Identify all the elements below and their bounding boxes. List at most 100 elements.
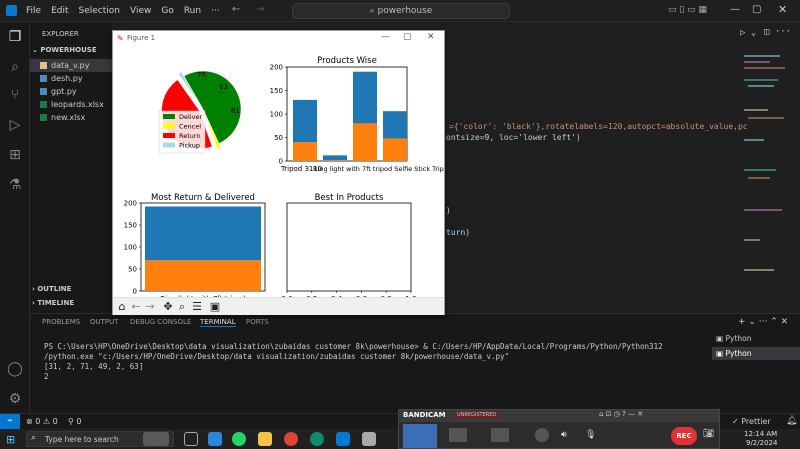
chrome-icon[interactable] <box>284 432 298 446</box>
file-explorer-icon[interactable] <box>258 432 272 446</box>
figure-minimize-icon[interactable]: — <box>381 32 390 42</box>
menu-item[interactable]: ··· <box>211 6 220 16</box>
problems-count[interactable]: ⊗ 0 ⚠ 0 <box>26 417 58 426</box>
home-icon[interactable]: ⌂ <box>115 300 129 314</box>
account-icon[interactable]: ◯ <box>6 360 24 378</box>
webcam-icon[interactable] <box>535 428 549 442</box>
chart-title: Best In Products <box>315 193 384 203</box>
figure-maximize-icon[interactable]: ▢ <box>403 32 412 42</box>
explorer-icon[interactable]: ❐ <box>6 28 24 46</box>
check-icon: ✓ <box>732 417 742 426</box>
configure-icon[interactable]: ☰ <box>190 300 204 314</box>
minimize-icon[interactable]: — <box>730 4 740 15</box>
clock-date[interactable]: 9/2/2024 <box>746 439 777 447</box>
title-bar: File Edit Selection View Go Run ··· ← → ⌕ powe… <box>0 0 800 22</box>
panel-tab[interactable]: OUTPUT <box>90 318 119 326</box>
file-item[interactable]: data_v.py <box>30 59 112 72</box>
menu-item[interactable]: Edit <box>51 6 68 16</box>
game-mode-button[interactable] <box>491 428 509 442</box>
y-tick-label: 150 <box>124 222 137 230</box>
bar <box>145 260 261 291</box>
menu-item[interactable]: Selection <box>79 6 120 16</box>
file-item[interactable]: desh.py <box>30 72 112 85</box>
run-button-icon[interactable]: ▷ ⌄ <box>740 28 756 38</box>
vscode-taskbar-icon[interactable] <box>336 432 350 446</box>
file-item[interactable]: new.xlsx <box>30 111 112 124</box>
panel-tab[interactable]: PORTS <box>246 318 269 326</box>
camera-snapshot-icon[interactable]: 📷︎ <box>703 429 714 439</box>
maximize-icon[interactable]: ▢ <box>752 4 761 15</box>
task-view-icon[interactable] <box>184 432 198 446</box>
save-icon[interactable]: ▣ <box>208 300 222 314</box>
terminal-python-2[interactable]: ▣ Python <box>712 347 800 360</box>
close-icon[interactable]: ✕ <box>778 3 787 16</box>
file-type-icon <box>40 101 47 108</box>
prettier-status[interactable]: ✓ Prettier <box>732 417 771 426</box>
run-debug-icon[interactable]: ▷ <box>6 116 24 134</box>
zoom-icon[interactable]: ⌕ <box>175 300 189 314</box>
y-tick-label: 150 <box>270 87 283 95</box>
pie-value-label: 78 <box>197 71 206 79</box>
nav-back-icon[interactable]: ← <box>232 4 240 15</box>
new-terminal-icon[interactable]: + ⌄ ··· ⌃ ✕ <box>738 317 788 327</box>
menu-item[interactable]: Go <box>161 6 173 16</box>
mic-icon[interactable]: 🎙︎ <box>585 430 596 440</box>
edge-icon[interactable] <box>310 432 324 446</box>
file-item[interactable]: leopards.xlsx <box>30 98 112 111</box>
rec-button[interactable]: REC <box>671 427 697 445</box>
pie-value-label: 63 <box>219 83 228 91</box>
nav-forward-icon[interactable]: → <box>256 4 264 15</box>
whatsapp-icon[interactable] <box>232 432 246 446</box>
legend-swatch <box>163 114 175 119</box>
terminal-line: PS C:\Users\HP\OneDrive\Desktop\data vis… <box>44 342 663 351</box>
activity-bar: ❐ ⌕ ⑂ ▷ ⊞ ⚗ ◯ ⚙ <box>0 22 30 413</box>
folder-powerhouse[interactable]: ⌄ POWERHOUSE <box>32 46 97 54</box>
clock-time[interactable]: 12:14 AM <box>744 430 777 438</box>
menu-item[interactable]: View <box>130 6 151 16</box>
file-type-icon <box>40 62 47 69</box>
legend-swatch <box>163 133 175 138</box>
figure-close-icon[interactable]: ✕ <box>427 32 435 42</box>
settings-gear-icon[interactable]: ⚙ <box>6 390 24 408</box>
layout-controls[interactable]: ▭ ▯ ▭ ▦ <box>668 5 707 15</box>
terminal-output[interactable]: PS C:\Users\HP\OneDrive\Desktop\data vis… <box>44 342 663 382</box>
extensions-icon[interactable]: ⊞ <box>6 146 24 164</box>
panel-tab[interactable]: TERMINAL <box>200 318 236 327</box>
menu-item[interactable]: File <box>26 6 41 16</box>
app-icon[interactable] <box>362 432 376 446</box>
forward-icon[interactable]: → <box>143 300 157 314</box>
matplotlib-figure-window[interactable]: ✎ Figure 1 — ▢ ✕ 78 63 61 Deliver Cencel Retu… <box>112 30 445 315</box>
minimap[interactable] <box>740 50 790 310</box>
file-item[interactable]: gpt.py <box>30 85 112 98</box>
pan-icon[interactable]: ✥ <box>161 300 175 314</box>
windows-app-icon[interactable] <box>208 432 222 446</box>
timeline-section[interactable]: › TIMELINE <box>32 299 74 307</box>
explorer-header: EXPLORER <box>42 30 79 38</box>
testing-icon[interactable]: ⚗ <box>6 176 24 194</box>
ports-count[interactable]: ⚲ 0 <box>68 417 82 426</box>
panel-tab[interactable]: PROBLEMS <box>42 318 80 326</box>
bar <box>323 155 347 161</box>
outline-section[interactable]: › OUTLINE <box>32 285 71 293</box>
legend-swatch <box>163 142 175 148</box>
terminal-python-1[interactable]: ▣ Python <box>716 334 751 343</box>
source-control-icon[interactable]: ⑂ <box>6 86 24 104</box>
command-center-search[interactable]: ⌕ powerhouse <box>292 3 510 19</box>
remote-indicator[interactable]: ⌁ <box>0 414 20 429</box>
windows-start-icon[interactable]: ⊞ <box>6 433 15 446</box>
search-icon[interactable]: ⌕ <box>6 58 24 76</box>
hdmi-mode-button[interactable] <box>449 428 467 442</box>
split-editor-icon[interactable]: ◫ ··· <box>764 27 791 37</box>
screen-mode-button[interactable] <box>403 424 437 448</box>
panel-tab[interactable]: DEBUG CONSOLE <box>130 318 191 326</box>
bottom-panel: PROBLEMS OUTPUT DEBUG CONSOLE TERMINAL PORTS… <box>30 313 800 413</box>
menu-item[interactable]: Run <box>184 6 201 16</box>
bandicam-window-controls[interactable]: ⌂ ⊡ ◷ ? — ✕ <box>599 410 643 418</box>
figure-canvas[interactable]: 78 63 61 Deliver CencelReturn Pickup Products … <box>113 47 444 297</box>
legend-label: Return <box>179 132 201 140</box>
notifications-icon[interactable]: 🔔︎ <box>786 416 797 426</box>
speaker-icon[interactable]: 🔊︎ <box>561 430 567 440</box>
code-line: ontsize=9, loc='lower left') <box>446 133 581 142</box>
taskbar-search-box[interactable]: ⌕ Type here to search <box>26 431 174 447</box>
back-icon[interactable]: ← <box>129 300 143 314</box>
